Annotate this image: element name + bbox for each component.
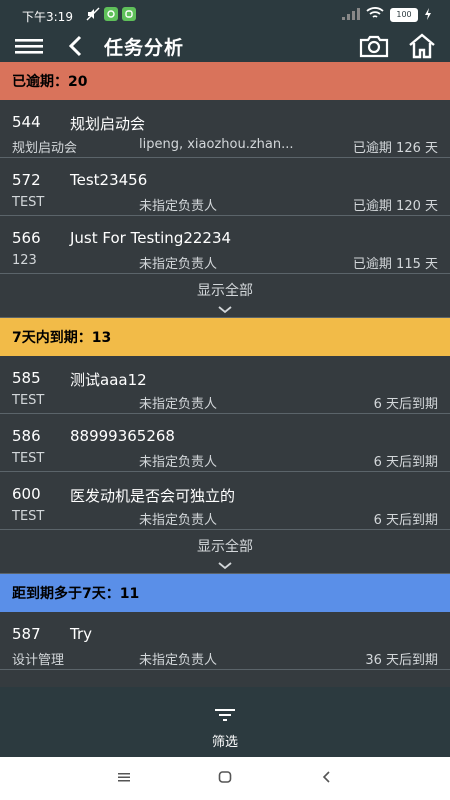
notification-icons bbox=[86, 7, 136, 21]
task-owner: 未指定负责人 bbox=[139, 257, 218, 272]
chevron-down-icon bbox=[218, 558, 232, 574]
home-nav-icon[interactable] bbox=[218, 769, 232, 788]
task-name: Just For Testing22234 bbox=[70, 229, 232, 247]
task-row[interactable]: 587 Try 设计管理 未指定负责人 36 天后到期 bbox=[0, 612, 450, 670]
task-row[interactable]: 585 测试aaa12 TEST 未指定负责人 6 天后到期 bbox=[0, 356, 450, 414]
overdue-section-header: 已逾期：20 bbox=[0, 62, 450, 100]
task-owner: 未指定负责人 bbox=[139, 199, 218, 214]
task-name: 测试aaa12 bbox=[70, 371, 147, 389]
task-row[interactable]: 586 88999365268 TEST 未指定负责人 6 天后到期 bbox=[0, 414, 450, 472]
task-project: TEST bbox=[12, 509, 45, 524]
task-owner: 未指定负责人 bbox=[139, 653, 218, 668]
task-row[interactable]: 572 Test23456 TEST 未指定负责人 已逾期 120 天 bbox=[0, 158, 450, 216]
task-due: 6 天后到期 bbox=[373, 513, 438, 528]
task-analysis-screen: 下午3:19 100 任务分析 已逾期：20 544 规划启动会 规划启动会 l… bbox=[0, 0, 450, 800]
task-due: 6 天后到期 bbox=[373, 397, 438, 412]
task-id: 586 bbox=[12, 427, 41, 445]
task-name: Try bbox=[70, 625, 93, 643]
task-name: 88999365268 bbox=[70, 427, 175, 445]
task-owner: 未指定负责人 bbox=[139, 513, 218, 528]
later-section-header: 距到期多于7天：11 bbox=[0, 574, 450, 612]
app-notification-icon bbox=[104, 7, 118, 21]
app-bar: 任务分析 bbox=[0, 30, 450, 62]
menu-icon[interactable] bbox=[14, 31, 44, 61]
task-id: 544 bbox=[12, 113, 41, 131]
task-project: TEST bbox=[12, 451, 45, 466]
bottom-bar: 筛选 bbox=[0, 687, 450, 757]
due-soon-section-header: 7天内到期：13 bbox=[0, 318, 450, 356]
task-owner: 未指定负责人 bbox=[139, 455, 218, 470]
page-title: 任务分析 bbox=[104, 37, 185, 59]
status-right: 100 bbox=[342, 7, 432, 23]
recent-apps-icon[interactable] bbox=[117, 769, 131, 788]
filter-button[interactable] bbox=[0, 707, 450, 726]
task-project: 123 bbox=[12, 253, 37, 268]
task-project: 规划启动会 bbox=[12, 141, 78, 156]
task-project: TEST bbox=[12, 195, 45, 210]
home-icon[interactable] bbox=[406, 31, 438, 61]
show-all-due-soon-button[interactable]: 显示全部 bbox=[0, 530, 450, 574]
task-id: 600 bbox=[12, 485, 41, 503]
system-nav-bar bbox=[0, 757, 450, 800]
task-id: 572 bbox=[12, 171, 41, 189]
task-name: 规划启动会 bbox=[70, 115, 146, 133]
charging-icon bbox=[424, 7, 432, 23]
signal-icon bbox=[342, 7, 360, 23]
task-owner: 未指定负责人 bbox=[139, 397, 218, 412]
show-all-label: 显示全部 bbox=[197, 539, 253, 555]
wechat-notification-icon bbox=[122, 7, 136, 21]
filter-icon bbox=[215, 707, 235, 726]
task-due: 已逾期 126 天 bbox=[352, 141, 438, 156]
task-due: 已逾期 115 天 bbox=[352, 257, 438, 272]
task-list[interactable]: 已逾期：20 544 规划启动会 规划启动会 lipeng, xiaozhou.… bbox=[0, 62, 450, 687]
task-due: 已逾期 120 天 bbox=[352, 199, 438, 214]
camera-icon[interactable] bbox=[358, 31, 390, 61]
task-owner: lipeng, xiaozhou.zhan... bbox=[139, 137, 294, 152]
task-row[interactable]: 566 Just For Testing22234 123 未指定负责人 已逾期… bbox=[0, 216, 450, 274]
task-row[interactable]: 600 医发动机是否会可独立的 TEST 未指定负责人 6 天后到期 bbox=[0, 472, 450, 530]
status-time: 下午3:19 bbox=[22, 10, 73, 24]
mute-icon bbox=[86, 7, 100, 21]
wifi-icon bbox=[366, 7, 384, 23]
task-due: 6 天后到期 bbox=[373, 455, 438, 470]
status-bar: 下午3:19 100 bbox=[0, 0, 450, 30]
filter-label[interactable]: 筛选 bbox=[0, 731, 450, 750]
back-nav-icon[interactable] bbox=[321, 769, 333, 788]
task-due: 36 天后到期 bbox=[365, 653, 438, 668]
back-icon[interactable] bbox=[64, 31, 86, 61]
task-project: TEST bbox=[12, 393, 45, 408]
battery-indicator: 100 bbox=[390, 8, 418, 22]
show-all-overdue-button[interactable]: 显示全部 bbox=[0, 274, 450, 318]
task-id: 587 bbox=[12, 625, 41, 643]
task-name: Test23456 bbox=[70, 171, 148, 189]
task-name: 医发动机是否会可独立的 bbox=[70, 487, 236, 505]
task-id: 585 bbox=[12, 369, 41, 387]
task-id: 566 bbox=[12, 229, 41, 247]
task-row[interactable]: 544 规划启动会 规划启动会 lipeng, xiaozhou.zhan...… bbox=[0, 100, 450, 158]
task-project: 设计管理 bbox=[12, 653, 65, 668]
chevron-down-icon bbox=[218, 302, 232, 318]
show-all-label: 显示全部 bbox=[197, 283, 253, 299]
